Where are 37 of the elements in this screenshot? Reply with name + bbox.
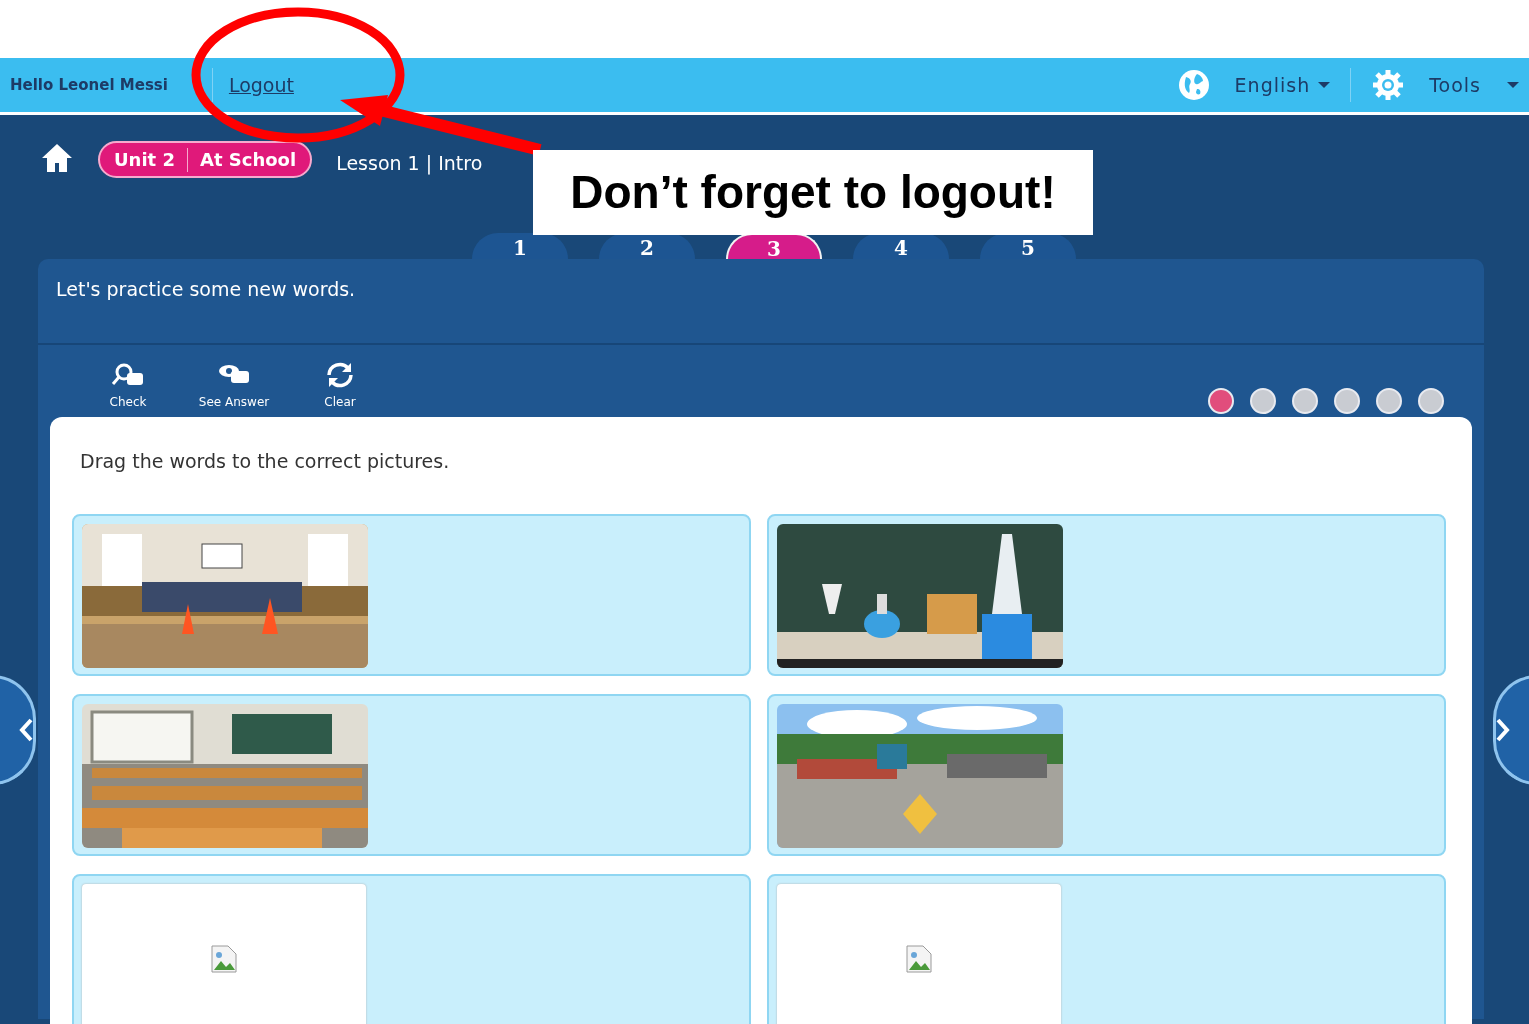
logout-link[interactable]: Logout <box>228 70 294 100</box>
lesson-title: Lesson 1 | Intro <box>336 153 483 174</box>
step-tab[interactable]: 1 <box>472 233 568 259</box>
settings-icon <box>1371 68 1406 102</box>
page-dot[interactable] <box>1292 388 1318 414</box>
unit-number: Unit 2 <box>114 148 175 172</box>
page-dot[interactable] <box>1208 388 1234 414</box>
drop-zone-card[interactable] <box>72 513 751 676</box>
greeting-text: Hello Leonel Messi <box>10 74 168 96</box>
chevron-right-icon <box>1496 718 1510 742</box>
step-tab[interactable]: 4 <box>853 233 949 259</box>
unit-title: At School <box>200 148 297 172</box>
page-dot[interactable] <box>1250 388 1276 414</box>
step-tab[interactable]: 2 <box>599 233 695 259</box>
broken-image-icon <box>210 943 238 974</box>
caret-icon <box>1318 81 1331 89</box>
step-tab[interactable]: 5 <box>980 233 1076 259</box>
page-dot[interactable] <box>1376 388 1402 414</box>
callout-text: Don’t forget to logout! <box>533 150 1093 235</box>
tools-dropdown[interactable]: Tools <box>1429 70 1519 100</box>
prompt-text: Let's practice some new words. <box>38 259 1484 345</box>
globe-icon <box>1176 68 1211 102</box>
step-tab[interactable]: 3 <box>726 233 822 259</box>
page-dot[interactable] <box>1334 388 1360 414</box>
drop-zone-card[interactable] <box>767 513 1446 676</box>
page-dot[interactable] <box>1418 388 1444 414</box>
tool-button[interactable]: See Answer <box>194 345 274 417</box>
unit-badge[interactable]: Unit 2 At School <box>98 141 313 178</box>
drop-zone-card[interactable] <box>72 693 751 856</box>
tool-button[interactable]: Check <box>88 345 168 417</box>
language-dropdown[interactable]: English <box>1234 70 1331 100</box>
instruction-text: Drag the words to the correct pictures. <box>80 449 451 474</box>
caret-icon <box>1507 81 1519 89</box>
tool-button[interactable]: Clear <box>300 345 380 417</box>
home-icon[interactable] <box>40 141 74 175</box>
chevron-left-icon <box>19 718 33 742</box>
broken-image-icon <box>905 943 933 974</box>
